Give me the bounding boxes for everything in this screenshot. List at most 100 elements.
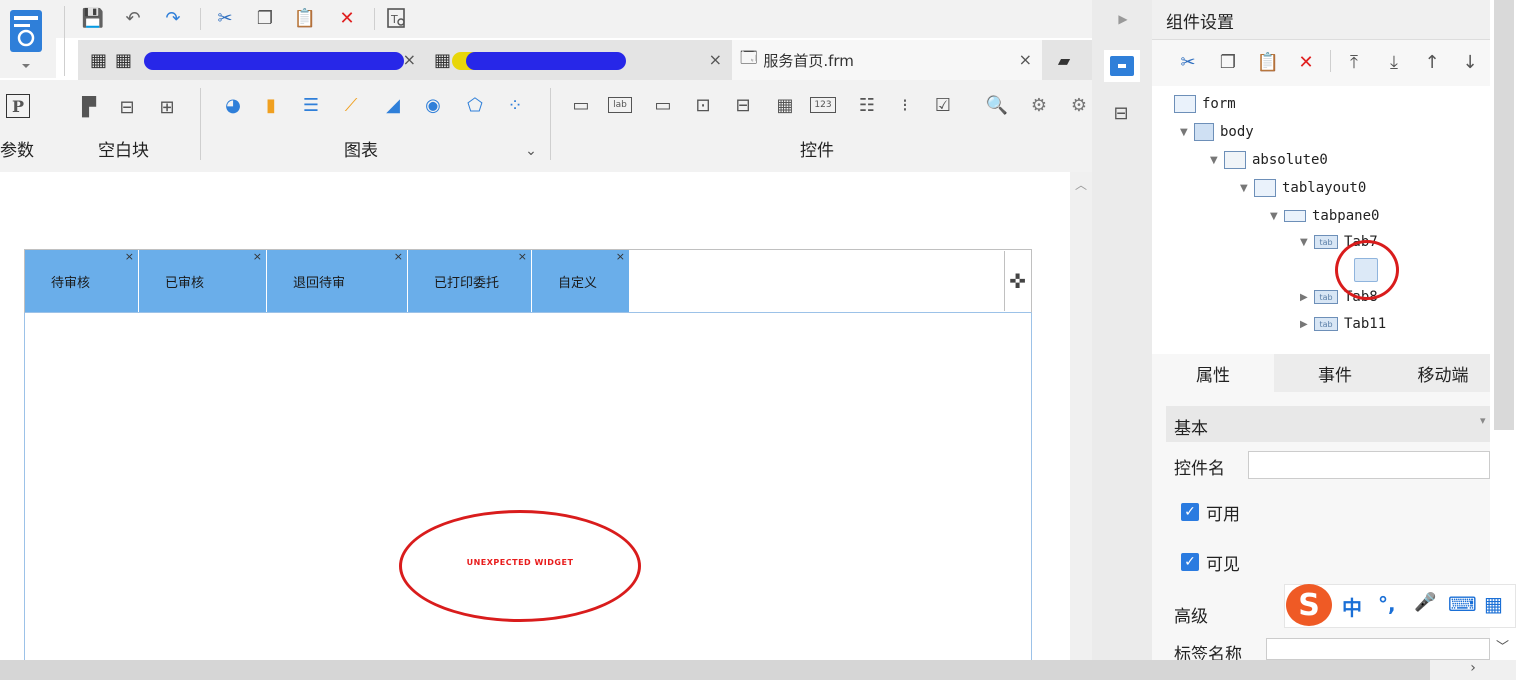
ime-punctuation[interactable]: °, bbox=[1378, 592, 1396, 616]
visible-checkbox[interactable]: ✓ bbox=[1181, 553, 1199, 571]
block-icon[interactable]: ▛ bbox=[76, 94, 102, 120]
close-icon[interactable]: × bbox=[403, 50, 416, 69]
chevron-down-icon[interactable]: ▼ bbox=[1180, 127, 1194, 138]
label-widget-icon[interactable]: lab bbox=[608, 97, 632, 113]
gear-icon[interactable]: ⚙ bbox=[1066, 92, 1092, 118]
paste-icon[interactable]: 📋 bbox=[1254, 48, 1282, 76]
close-icon[interactable]: × bbox=[709, 50, 722, 69]
number-widget-icon[interactable]: 123 bbox=[810, 97, 836, 113]
chevron-down-icon[interactable]: ▼ bbox=[1270, 211, 1284, 222]
move-down-icon[interactable]: ↓ bbox=[1456, 48, 1484, 76]
move-up-icon[interactable]: ↑ bbox=[1418, 48, 1446, 76]
tab-events[interactable]: 事件 bbox=[1274, 354, 1396, 392]
widget-name-input[interactable] bbox=[1248, 451, 1490, 479]
tree-node-tab11[interactable]: ▶ tab Tab11 bbox=[1300, 312, 1386, 336]
component-settings-toggle[interactable] bbox=[1104, 50, 1140, 82]
file-tab-3-active[interactable]: 🗔 服务首页.frm × bbox=[732, 40, 1042, 80]
split-block-icon[interactable]: ⊟ bbox=[114, 94, 140, 120]
area-chart-icon[interactable]: ◢ bbox=[380, 92, 406, 118]
undo-icon[interactable]: ↶ bbox=[120, 5, 146, 31]
chevron-right-icon[interactable]: › bbox=[1430, 660, 1516, 680]
chevron-right-icon[interactable]: ▶ bbox=[1300, 319, 1314, 330]
checkbox-group-icon[interactable]: ☑ bbox=[930, 92, 956, 118]
widget-tab-returned[interactable]: 退回待审 × bbox=[267, 250, 408, 312]
tab-properties[interactable]: 属性 bbox=[1152, 354, 1274, 392]
bar-chart-icon[interactable]: ▮ bbox=[258, 92, 284, 118]
delete-icon[interactable]: ✕ bbox=[334, 5, 360, 31]
tab-overflow-icon[interactable]: ▰ bbox=[1044, 40, 1084, 80]
redo-icon[interactable]: ↷ bbox=[160, 5, 186, 31]
section-advanced-label[interactable]: 高级 bbox=[1174, 602, 1208, 627]
paste-icon[interactable]: 📋 bbox=[292, 5, 318, 31]
chevron-down-icon[interactable]: ▼ bbox=[1210, 155, 1224, 166]
chevron-down-icon[interactable]: ⌄ bbox=[518, 138, 544, 164]
tab-mobile[interactable]: 移动端 bbox=[1396, 354, 1490, 392]
close-icon[interactable]: × bbox=[616, 250, 625, 263]
layout-panel-icon[interactable]: ⊟ bbox=[1108, 100, 1134, 126]
sogou-logo-icon[interactable]: S bbox=[1286, 584, 1332, 626]
delete-icon[interactable]: ✕ bbox=[1292, 48, 1320, 76]
widget-tab-reviewed[interactable]: 已审核 × bbox=[139, 250, 267, 312]
widget-tab-custom[interactable]: 自定义 × bbox=[532, 250, 630, 312]
button-widget-icon[interactable]: ▭ bbox=[568, 92, 594, 118]
widget-tab-printed[interactable]: 已打印委托 × bbox=[408, 250, 532, 312]
cut-icon[interactable]: ✂ bbox=[212, 5, 238, 31]
copy-icon[interactable]: ❐ bbox=[1214, 48, 1242, 76]
tag-name-input[interactable] bbox=[1266, 638, 1490, 660]
horizontal-scrollbar[interactable]: › bbox=[0, 660, 1516, 680]
preview-icon[interactable]: T bbox=[384, 5, 410, 31]
chevron-down-icon[interactable]: ﹀ bbox=[1496, 636, 1509, 655]
line-chart-icon[interactable]: ⟋ bbox=[338, 92, 364, 118]
gauge-icon[interactable]: ◉ bbox=[420, 92, 446, 118]
chevron-down-icon[interactable]: ▼ bbox=[1240, 183, 1254, 194]
save-icon[interactable]: 💾 bbox=[80, 5, 106, 31]
tree-node-body[interactable]: ▼ body bbox=[1180, 120, 1254, 144]
canvas-vertical-scrollbar[interactable]: ︿ bbox=[1070, 172, 1092, 660]
tree-node-tablayout0[interactable]: ▼ tablayout0 bbox=[1240, 176, 1366, 200]
move-bottom-icon[interactable]: ⤓ bbox=[1380, 48, 1408, 76]
close-icon[interactable]: × bbox=[253, 250, 262, 263]
date-widget-icon[interactable]: ▦ bbox=[772, 92, 798, 118]
radio-group-icon[interactable]: ⁝ bbox=[892, 92, 918, 118]
gear-icon[interactable]: ⚙ bbox=[1026, 92, 1052, 118]
widget-tab-pending-review[interactable]: 待审核 × bbox=[25, 250, 139, 312]
close-icon[interactable]: × bbox=[1019, 50, 1032, 69]
textarea-widget-icon[interactable]: ☷ bbox=[854, 92, 880, 118]
move-top-icon[interactable]: ⤒ bbox=[1340, 48, 1368, 76]
scatter-chart-icon[interactable]: ⁘ bbox=[502, 92, 528, 118]
file-tab-2[interactable]: ▦ × bbox=[426, 40, 732, 80]
text-input-icon[interactable]: ▭ bbox=[650, 92, 676, 118]
section-basic[interactable] bbox=[1166, 406, 1490, 442]
copy-icon[interactable]: ❐ bbox=[252, 5, 278, 31]
horizontal-bar-icon[interactable]: ☰ bbox=[298, 92, 324, 118]
panel-scrollbar-thumb[interactable] bbox=[1494, 0, 1514, 430]
pie-chart-icon[interactable]: ◕ bbox=[220, 92, 246, 118]
close-icon[interactable]: × bbox=[518, 250, 527, 263]
grid-block-icon[interactable]: ⊞ bbox=[154, 94, 180, 120]
cut-icon[interactable]: ✂ bbox=[1174, 48, 1202, 76]
close-icon[interactable]: × bbox=[394, 250, 403, 263]
app-menu-button[interactable] bbox=[0, 0, 56, 78]
tree-node-form[interactable]: form bbox=[1174, 92, 1236, 116]
file-preview-icon[interactable]: 🔍 bbox=[984, 92, 1010, 118]
tree-node-absolute0[interactable]: ▼ absolute0 bbox=[1210, 148, 1328, 172]
collapse-icon[interactable]: ▾ bbox=[1480, 414, 1486, 427]
keyboard-icon[interactable]: ⌨ bbox=[1448, 592, 1477, 616]
chevron-down-icon[interactable]: ▼ bbox=[1300, 237, 1314, 248]
tag-name-label: 标签名称 bbox=[1174, 645, 1242, 660]
parameter-icon[interactable]: P bbox=[6, 94, 30, 118]
combo-widget-icon[interactable]: ⊟ bbox=[730, 92, 756, 118]
dropdown-widget-icon[interactable]: ⊡ bbox=[690, 92, 716, 118]
microphone-icon[interactable]: 🎤 bbox=[1414, 592, 1436, 613]
add-tab-icon[interactable]: ✜ bbox=[1004, 251, 1030, 311]
radar-chart-icon[interactable]: ⬠ bbox=[462, 92, 488, 118]
ime-chinese-mode[interactable]: 中 bbox=[1342, 592, 1362, 621]
toolbox-icon[interactable]: ▦ bbox=[1484, 592, 1503, 616]
tree-node-tabpane0[interactable]: ▼ tabpane0 bbox=[1270, 204, 1379, 228]
close-icon[interactable]: × bbox=[125, 250, 134, 263]
file-tab-1[interactable]: ▦ ▦ × bbox=[80, 40, 426, 80]
chevron-up-icon[interactable]: ︿ bbox=[1070, 176, 1092, 193]
expand-arrow-icon[interactable]: ▶ bbox=[1110, 6, 1136, 32]
chevron-right-icon[interactable]: ▶ bbox=[1300, 292, 1314, 303]
enabled-checkbox[interactable]: ✓ bbox=[1181, 503, 1199, 521]
